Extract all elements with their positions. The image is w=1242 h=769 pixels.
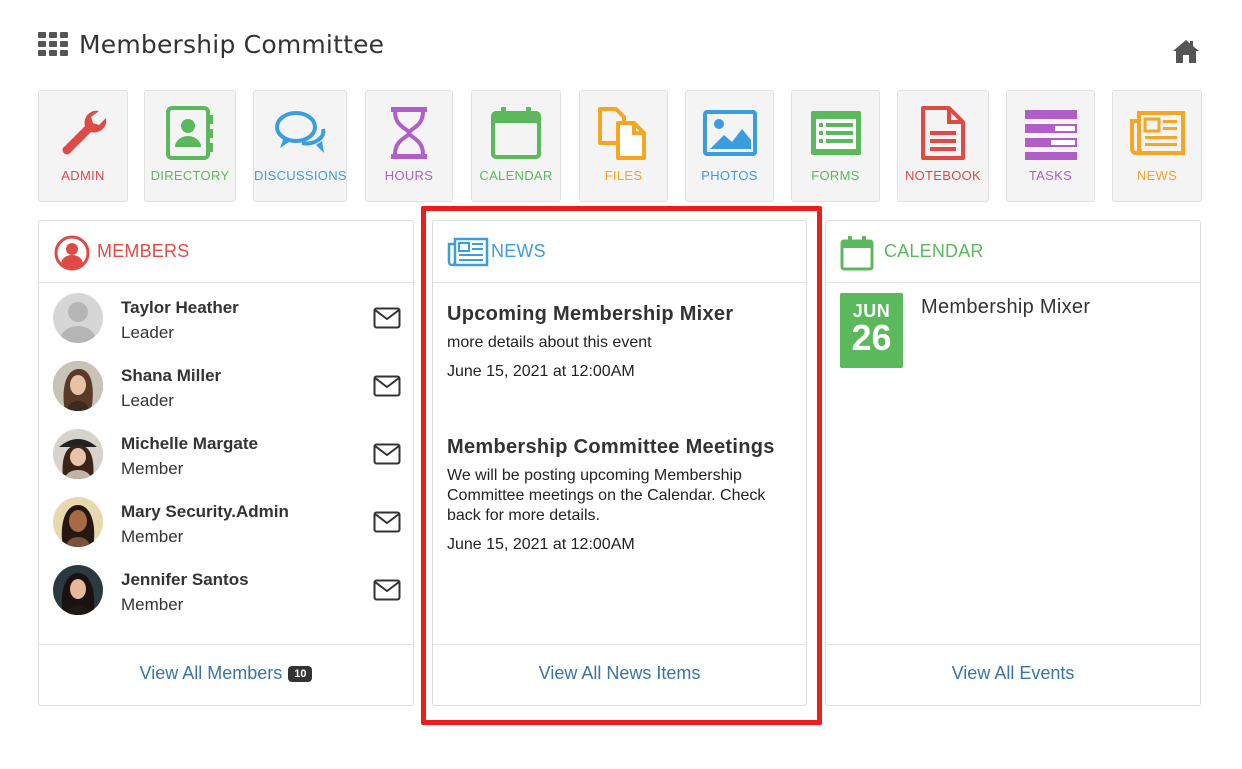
member-count-badge: 10 bbox=[288, 666, 313, 682]
tile-label: NEWS bbox=[1136, 168, 1178, 183]
tile-news[interactable]: NEWS bbox=[1112, 90, 1202, 202]
envelope-icon[interactable] bbox=[373, 443, 401, 465]
tile-label: DIRECTORY bbox=[150, 168, 230, 183]
tasks-icon bbox=[1024, 110, 1077, 160]
member-role: Leader bbox=[121, 323, 174, 342]
member-row[interactable]: Taylor Heather Leader bbox=[53, 293, 401, 353]
wrench-icon bbox=[62, 110, 107, 155]
news-item[interactable]: Membership Committee Meetings We will be… bbox=[447, 436, 794, 554]
app-tile-bar: ADMIN DIRECTORY DISCUSSIONS HOURS CALEND… bbox=[38, 90, 1202, 202]
member-row[interactable]: Shana Miller Leader bbox=[53, 361, 401, 421]
tile-label: HOURS bbox=[384, 168, 434, 183]
tile-label: TASKS bbox=[1028, 168, 1073, 183]
tile-directory[interactable]: DIRECTORY bbox=[144, 90, 236, 202]
member-name[interactable]: Jennifer Santos bbox=[121, 570, 249, 590]
tile-discussions[interactable]: DISCUSSIONS bbox=[253, 90, 347, 202]
envelope-icon[interactable] bbox=[373, 579, 401, 601]
panel-footer: View All Members 10 bbox=[39, 644, 413, 705]
news-title[interactable]: Upcoming Membership Mixer bbox=[447, 303, 794, 326]
tile-hours[interactable]: HOURS bbox=[365, 90, 453, 202]
hourglass-icon bbox=[391, 107, 427, 159]
form-icon bbox=[810, 111, 861, 155]
tile-label: FORMS bbox=[811, 168, 860, 183]
avatar bbox=[53, 565, 103, 615]
event-date-badge: JUN 26 bbox=[840, 293, 903, 368]
calendar-icon bbox=[491, 107, 541, 159]
member-role: Member bbox=[121, 459, 184, 478]
calendar-panel: CALENDAR JUN 26 Membership Mixer View Al… bbox=[825, 220, 1201, 706]
page-title: Membership Committee bbox=[79, 30, 385, 59]
tile-notebook[interactable]: NOTEBOOK bbox=[897, 90, 989, 202]
member-role: Leader bbox=[121, 391, 174, 410]
files-icon bbox=[597, 107, 646, 160]
tile-forms[interactable]: FORMS bbox=[791, 90, 880, 202]
member-role: Member bbox=[121, 527, 184, 546]
address-book-icon bbox=[166, 106, 213, 160]
tile-label: PHOTOS bbox=[701, 168, 758, 183]
notebook-icon bbox=[921, 106, 965, 160]
envelope-icon[interactable] bbox=[373, 307, 401, 329]
tile-label: DISCUSSIONS bbox=[254, 168, 347, 183]
member-row[interactable]: Jennifer Santos Member bbox=[53, 565, 401, 625]
envelope-icon[interactable] bbox=[373, 375, 401, 397]
newspaper-icon bbox=[1130, 111, 1185, 155]
members-panel: MEMBERS Taylor Heather Leader Shana Mill… bbox=[38, 220, 414, 706]
tile-label: FILES bbox=[604, 168, 643, 183]
member-row[interactable]: Michelle Margate Member bbox=[53, 429, 401, 489]
tile-label: ADMIN bbox=[61, 168, 105, 183]
panel-title: CALENDAR bbox=[884, 241, 984, 261]
member-role: Member bbox=[121, 595, 184, 614]
tile-photos[interactable]: PHOTOS bbox=[685, 90, 774, 202]
link-label: View All Members bbox=[139, 663, 283, 683]
panel-title: MEMBERS bbox=[97, 241, 190, 261]
panel-header: NEWS bbox=[433, 221, 806, 283]
event-day: 26 bbox=[851, 317, 892, 358]
event-title[interactable]: Membership Mixer bbox=[921, 296, 1090, 319]
news-date: June 15, 2021 at 12:00AM bbox=[447, 363, 635, 380]
view-all-events-link[interactable]: View All Events bbox=[952, 663, 1075, 684]
view-all-members-link[interactable]: View All Members 10 bbox=[140, 663, 313, 684]
tile-files[interactable]: FILES bbox=[579, 90, 668, 202]
home-icon[interactable] bbox=[1172, 38, 1200, 64]
panel-footer: View All Events bbox=[826, 644, 1200, 705]
member-name[interactable]: Michelle Margate bbox=[121, 434, 258, 454]
avatar bbox=[53, 497, 103, 547]
avatar-placeholder bbox=[53, 293, 103, 343]
tile-calendar[interactable]: CALENDAR bbox=[471, 90, 561, 202]
chat-bubbles-icon bbox=[275, 111, 326, 153]
tile-tasks[interactable]: TASKS bbox=[1006, 90, 1095, 202]
page-header: Membership Committee bbox=[38, 28, 1202, 68]
photo-icon bbox=[702, 110, 757, 156]
news-description: more details about this event bbox=[447, 334, 652, 351]
member-name[interactable]: Mary Security.Admin bbox=[121, 502, 289, 522]
panel-title: NEWS bbox=[491, 241, 546, 261]
tile-label: NOTEBOOK bbox=[904, 168, 982, 183]
news-title[interactable]: Membership Committee Meetings bbox=[447, 436, 794, 459]
tile-label: CALENDAR bbox=[479, 168, 553, 183]
member-name[interactable]: Shana Miller bbox=[121, 366, 221, 386]
news-description: We will be posting upcoming Membership C… bbox=[447, 467, 766, 524]
news-panel: NEWS Upcoming Membership Mixer more deta… bbox=[432, 220, 807, 706]
news-date: June 15, 2021 at 12:00AM bbox=[447, 536, 635, 553]
member-row[interactable]: Mary Security.Admin Member bbox=[53, 497, 401, 557]
tile-admin[interactable]: ADMIN bbox=[38, 90, 128, 202]
grid-icon[interactable] bbox=[38, 32, 68, 56]
avatar bbox=[53, 429, 103, 479]
member-name[interactable]: Taylor Heather bbox=[121, 298, 239, 318]
calendar-icon bbox=[840, 236, 874, 271]
envelope-icon[interactable] bbox=[373, 511, 401, 533]
user-circle-icon bbox=[54, 235, 90, 271]
avatar bbox=[53, 361, 103, 411]
news-item[interactable]: Upcoming Membership Mixer more details a… bbox=[447, 303, 794, 381]
newspaper-icon bbox=[447, 237, 489, 267]
panel-header: CALENDAR bbox=[826, 221, 1200, 283]
panel-footer: View All News Items bbox=[433, 644, 806, 705]
view-all-news-link[interactable]: View All News Items bbox=[539, 663, 701, 684]
panel-header: MEMBERS bbox=[39, 221, 413, 283]
